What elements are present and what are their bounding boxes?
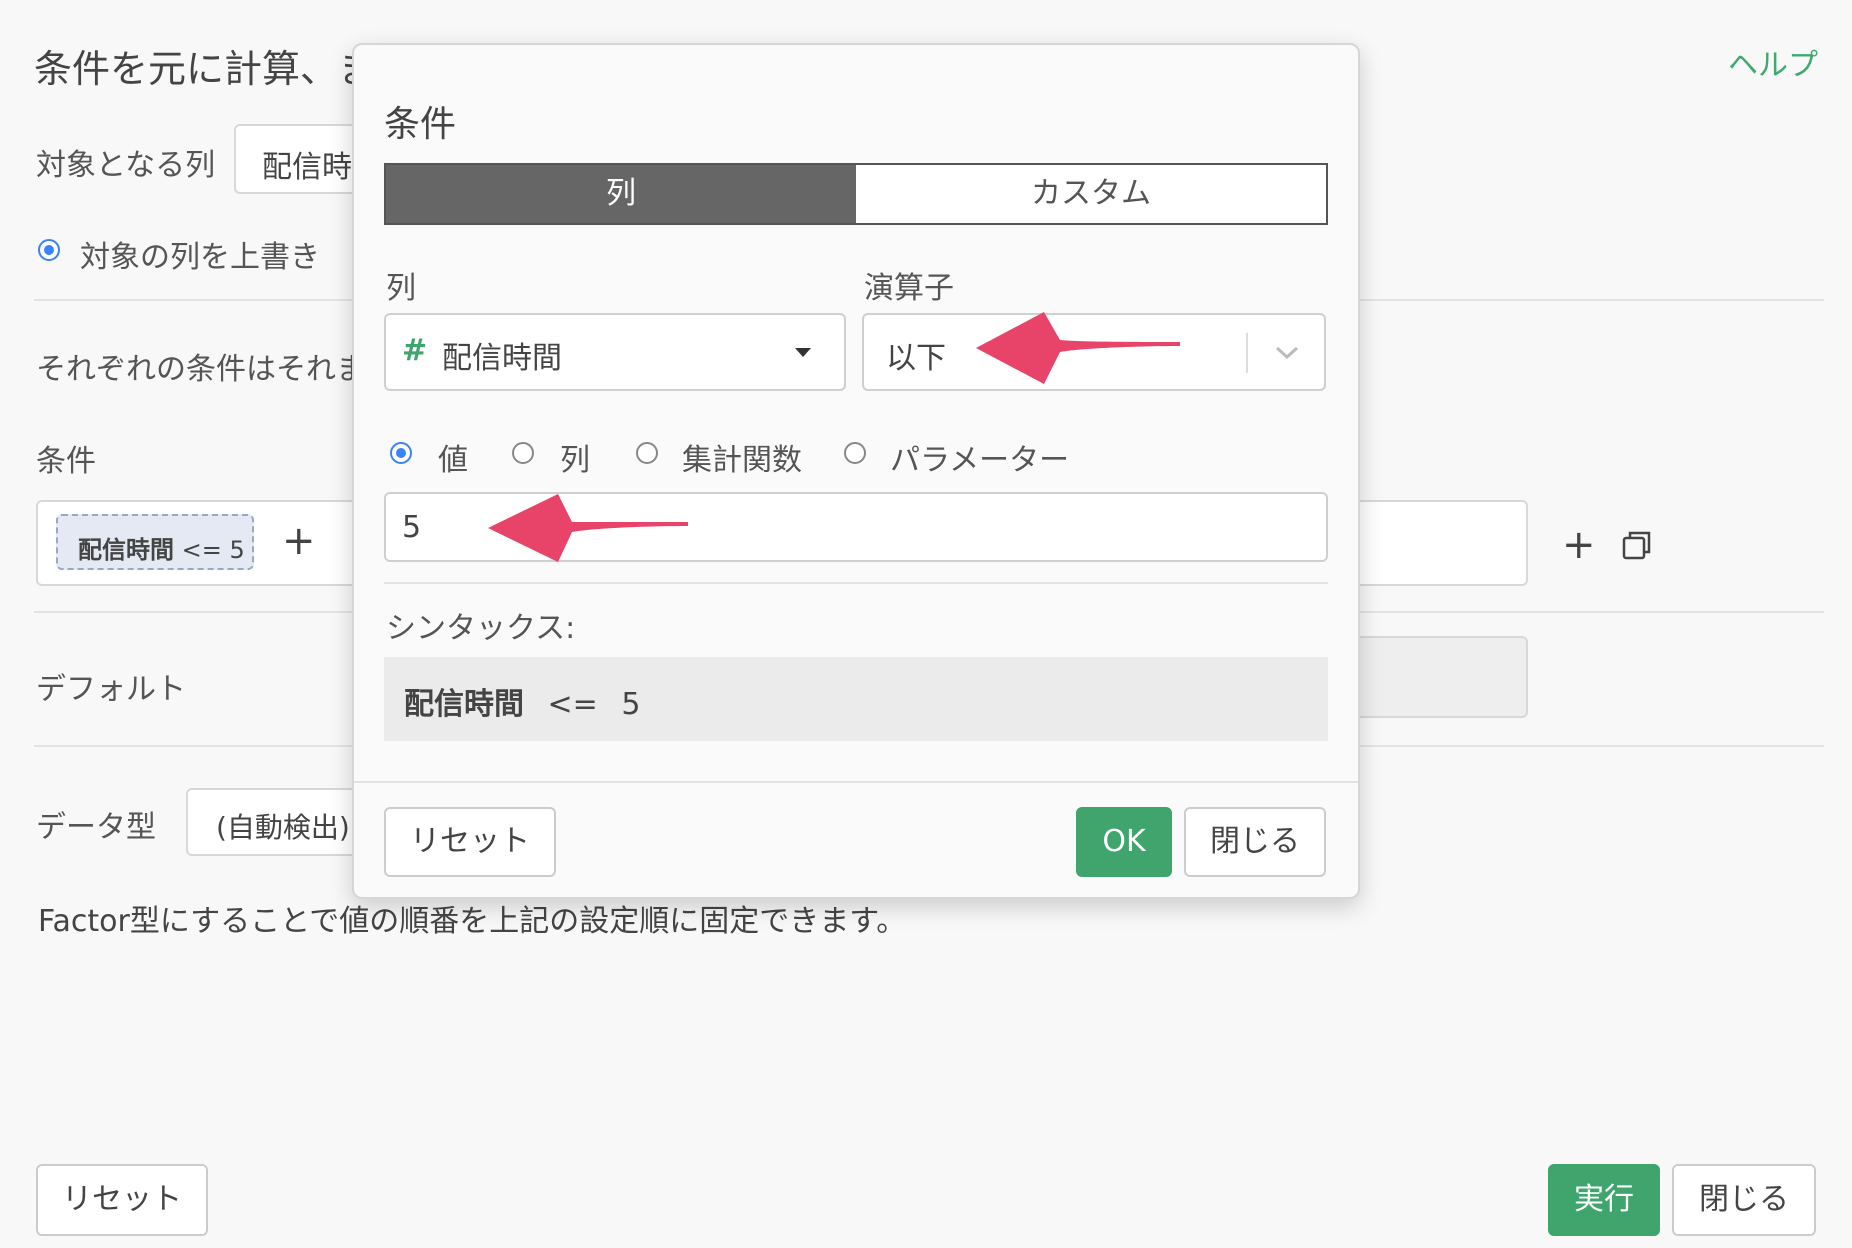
- overwrite-radio[interactable]: [38, 239, 60, 261]
- add-row-button[interactable]: +: [1562, 522, 1596, 568]
- value-type-radio-column[interactable]: [512, 442, 534, 464]
- syntax-preview: 配信時間 <= 5: [384, 657, 1328, 741]
- target-column-label: 対象となる列: [36, 148, 216, 183]
- datatype-select[interactable]: (自動検出): [186, 788, 366, 856]
- help-link[interactable]: ヘルプ: [1728, 40, 1818, 84]
- mode-tabs: 列 カスタム: [384, 163, 1328, 225]
- syntax-label: シンタックス:: [386, 611, 576, 646]
- add-condition-button[interactable]: +: [282, 518, 316, 564]
- default-label: デフォルト: [36, 672, 186, 707]
- modal-ok-button[interactable]: OK: [1076, 807, 1172, 877]
- value-type-label: 集計関数: [682, 443, 802, 478]
- overwrite-option-label: 対象の列を上書き: [80, 240, 320, 275]
- conditions-label: 条件: [36, 444, 96, 479]
- conditions-note: それぞれの条件はそれま: [36, 352, 366, 387]
- close-button[interactable]: 閉じる: [1672, 1164, 1816, 1236]
- copy-icon[interactable]: [1622, 530, 1652, 560]
- column-select-value: 配信時間: [442, 341, 562, 376]
- numeric-column-icon: #: [402, 333, 428, 368]
- value-input-text: 5: [402, 510, 422, 545]
- select-separator: [1246, 333, 1248, 373]
- value-type-label: 列: [560, 443, 590, 478]
- operator-label: 演算子: [864, 271, 954, 306]
- column-label: 列: [386, 271, 416, 306]
- syntax-column: 配信時間: [404, 687, 524, 722]
- value-type-label: 値: [438, 443, 468, 478]
- condition-chip[interactable]: 配信時間 <= 5: [56, 514, 254, 570]
- caret-down-icon: [795, 348, 811, 357]
- tab-column[interactable]: 列: [386, 165, 856, 223]
- datatype-label: データ型: [36, 810, 156, 845]
- syntax-operator: <=: [547, 687, 598, 722]
- value-type-radio-value[interactable]: [390, 442, 412, 464]
- modal-close-button[interactable]: 閉じる: [1184, 807, 1326, 877]
- condition-modal: 条件 列 カスタム 列 演算子 # 配信時間 以下 値 列 集計関数 パラメータ…: [352, 43, 1360, 899]
- modal-reset-button[interactable]: リセット: [384, 807, 556, 877]
- page-title: 条件を元に計算、ま: [34, 47, 377, 91]
- value-type-label: パラメーター: [890, 443, 1070, 478]
- condition-chip-column: 配信時間: [78, 536, 174, 564]
- divider: [384, 582, 1328, 584]
- annotation-arrow-operator: [976, 312, 1180, 384]
- annotation-arrow-value: [488, 494, 688, 562]
- column-select[interactable]: # 配信時間: [384, 313, 846, 391]
- operator-select-value: 以下: [886, 341, 946, 376]
- modal-title: 条件: [384, 104, 457, 145]
- value-type-radio-parameter[interactable]: [844, 442, 866, 464]
- reset-button[interactable]: リセット: [36, 1164, 208, 1236]
- tab-custom[interactable]: カスタム: [856, 165, 1326, 223]
- syntax-value: 5: [621, 687, 641, 722]
- condition-chip-expr: <= 5: [181, 536, 245, 564]
- chevron-down-icon[interactable]: [1274, 345, 1300, 361]
- divider: [354, 781, 1358, 783]
- value-type-radio-aggregate[interactable]: [636, 442, 658, 464]
- run-button[interactable]: 実行: [1548, 1164, 1660, 1236]
- factor-note: Factor型にすることで値の順番を上記の設定順に固定できます。: [38, 904, 907, 939]
